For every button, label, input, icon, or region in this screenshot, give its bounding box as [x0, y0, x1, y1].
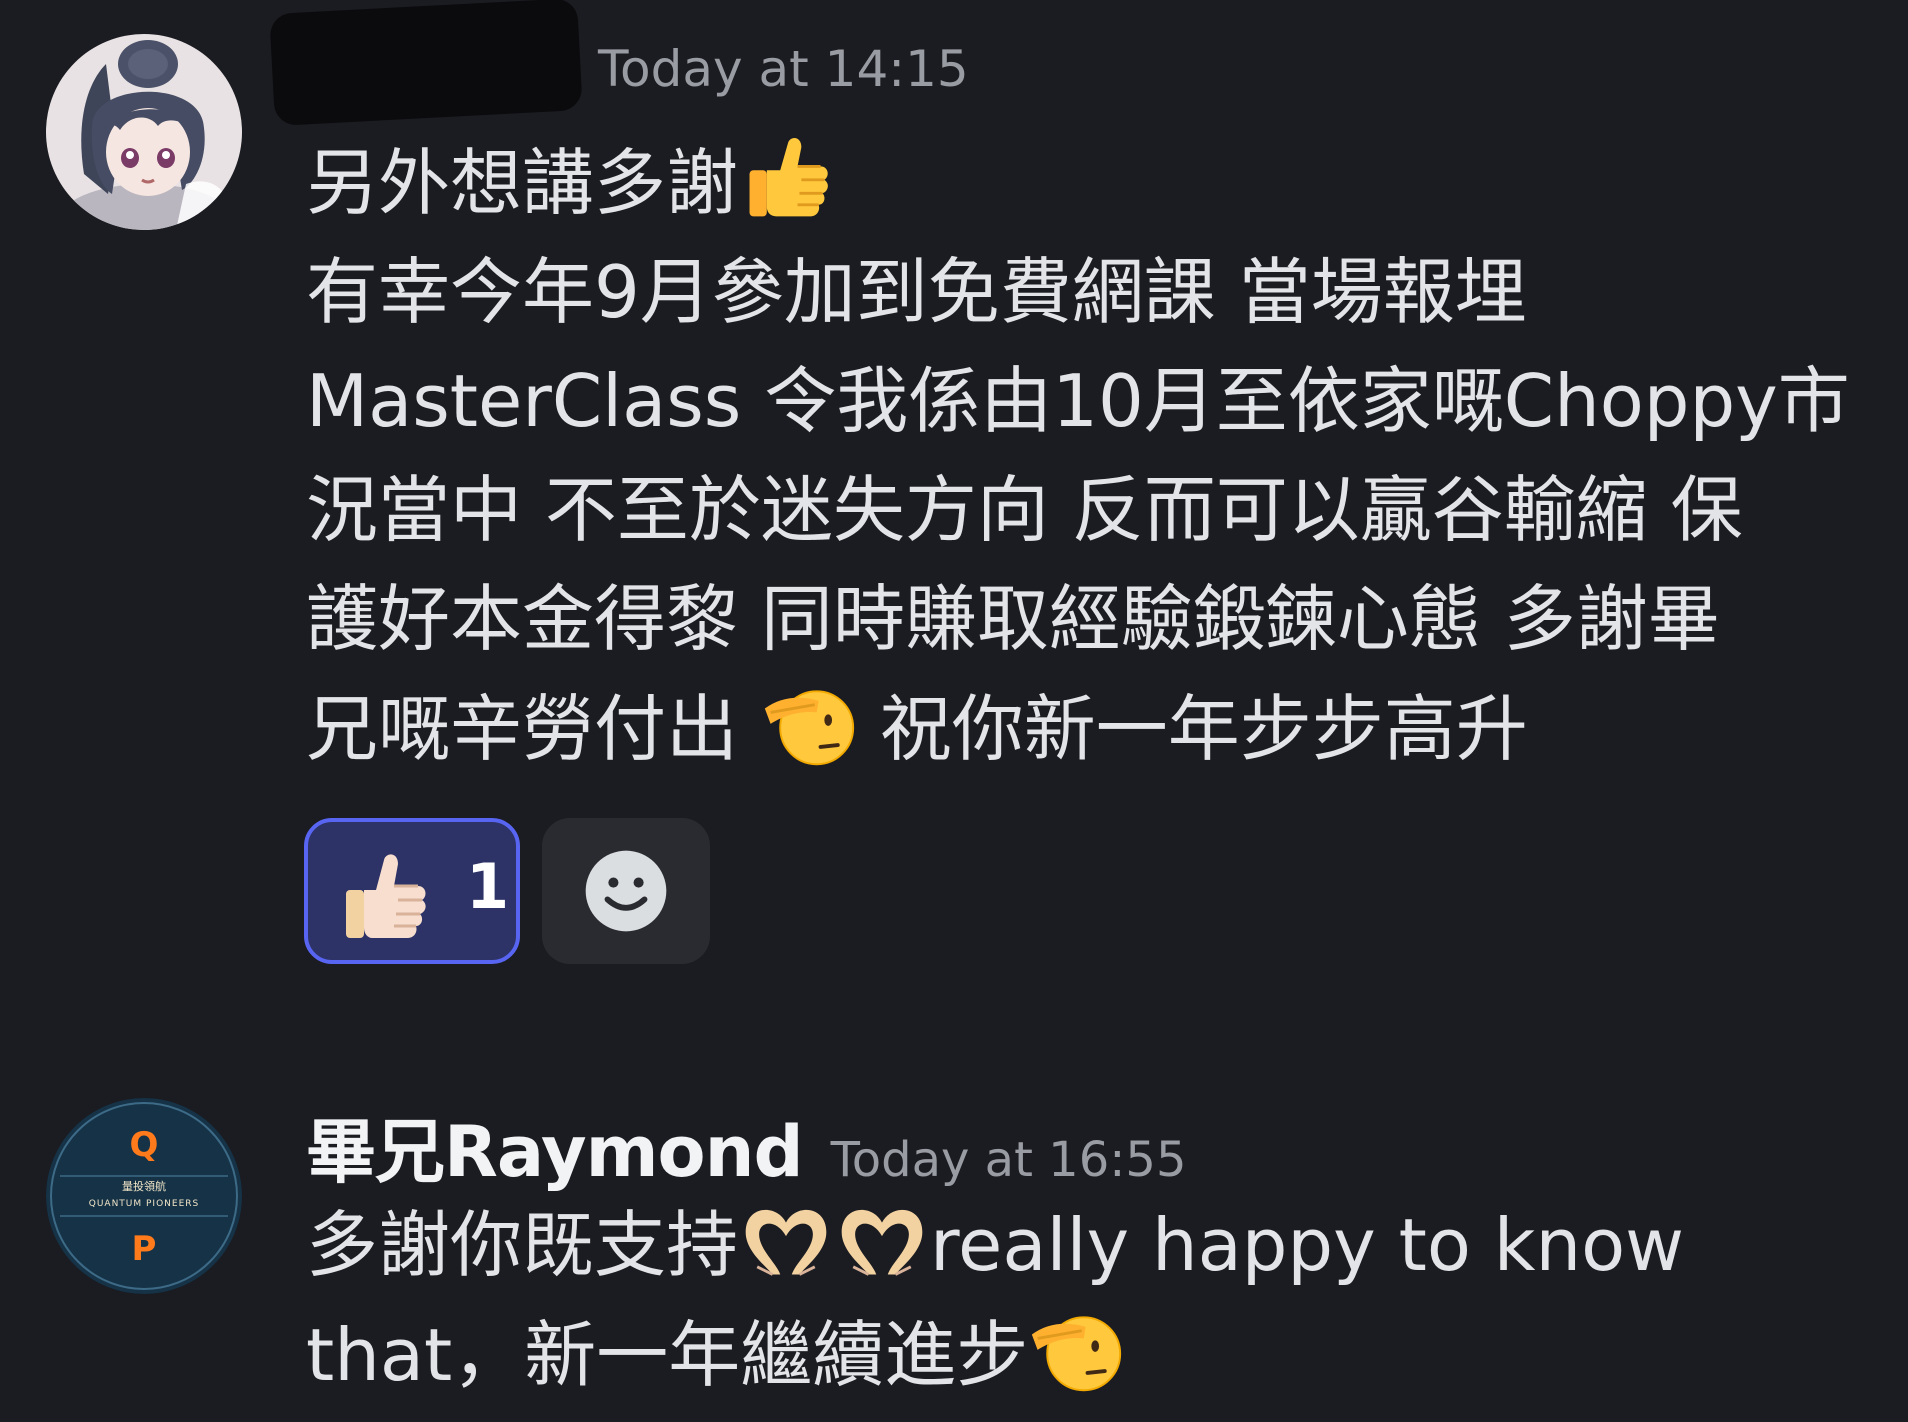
heart-hands-emoji-icon — [745, 1209, 827, 1276]
message-header: Today at 14:15 — [598, 40, 969, 98]
message-1: Today at 14:15 另外想講多謝 有幸今年9月參加到免費網課 當場報埋… — [0, 0, 1908, 1000]
message-line: 多謝你既支持 really happy to know — [306, 1190, 1886, 1300]
add-reaction-button[interactable] — [542, 818, 710, 964]
smiley-face-icon — [585, 850, 667, 932]
thumbs-up-light-skin-icon — [346, 854, 426, 938]
quantum-pioneers-logo-avatar: Q 量投領航 QUANTUM PIONEERS P — [46, 1098, 242, 1294]
message-header: 畢兄Raymond Today at 16:55 — [306, 1096, 1187, 1197]
message-content: 另外想講多謝 有幸今年9月參加到免費網課 當場報埋 MasterClass 令我… — [306, 128, 1886, 784]
saluting-face-emoji-icon — [1032, 1316, 1122, 1392]
redacted-username — [269, 0, 583, 126]
timestamp[interactable]: Today at 14:15 — [598, 40, 969, 98]
user-avatar[interactable] — [46, 34, 242, 230]
user-avatar[interactable]: Q 量投領航 QUANTUM PIONEERS P — [46, 1098, 242, 1294]
message-line: 有幸今年9月參加到免費網課 當場報埋 — [306, 250, 1527, 334]
message-line: 兄嘅辛勞付出 祝你新一年步步高升 — [306, 674, 1886, 784]
anime-girl-avatar-image — [46, 34, 242, 230]
message-text: 多謝你既支持 — [306, 1203, 739, 1287]
username[interactable]: 畢兄Raymond — [306, 1111, 804, 1193]
logo-ring-text: QUANTUM PIONEERS — [89, 1199, 200, 1209]
saluting-face-emoji-icon — [764, 690, 855, 766]
logo-chinese-text: 量投領航 — [122, 1179, 166, 1193]
message-content: 多謝你既支持 really happy to know that，新一年繼續進步 — [306, 1190, 1886, 1410]
message-line: 護好本金得黎 同時賺取經驗鍛鍊心態 多謝畢 — [306, 577, 1720, 661]
thumbs-up-emoji-icon — [749, 138, 828, 217]
message-text: 另外想講多謝 — [306, 141, 739, 225]
message-text: 祝你新一年步步高升 — [879, 687, 1528, 771]
message-text: that，新一年繼續進步 — [306, 1313, 1029, 1397]
heart-hands-emoji-icon — [841, 1209, 923, 1276]
message-line: 另外想講多謝 — [306, 128, 1886, 238]
message-line: MasterClass 令我係由10月至依家嘅Choppy市 — [306, 359, 1850, 443]
logo-letter-q: Q — [130, 1125, 159, 1165]
reaction-count: 1 — [466, 850, 510, 923]
reaction-thumbs-up-button[interactable]: 1 — [304, 818, 520, 964]
message-text: really happy to know — [930, 1203, 1685, 1287]
message-text: 兄嘅辛勞付出 — [306, 687, 739, 771]
message-line: that，新一年繼續進步 — [306, 1300, 1886, 1410]
logo-letter-p: P — [132, 1229, 157, 1269]
message-line: 況當中 不至於迷失方向 反而可以贏谷輸縮 保 — [306, 468, 1743, 552]
message-2: Q 量投領航 QUANTUM PIONEERS P 畢兄Raymond Today… — [0, 1060, 1908, 1422]
timestamp[interactable]: Today at 16:55 — [831, 1132, 1187, 1188]
